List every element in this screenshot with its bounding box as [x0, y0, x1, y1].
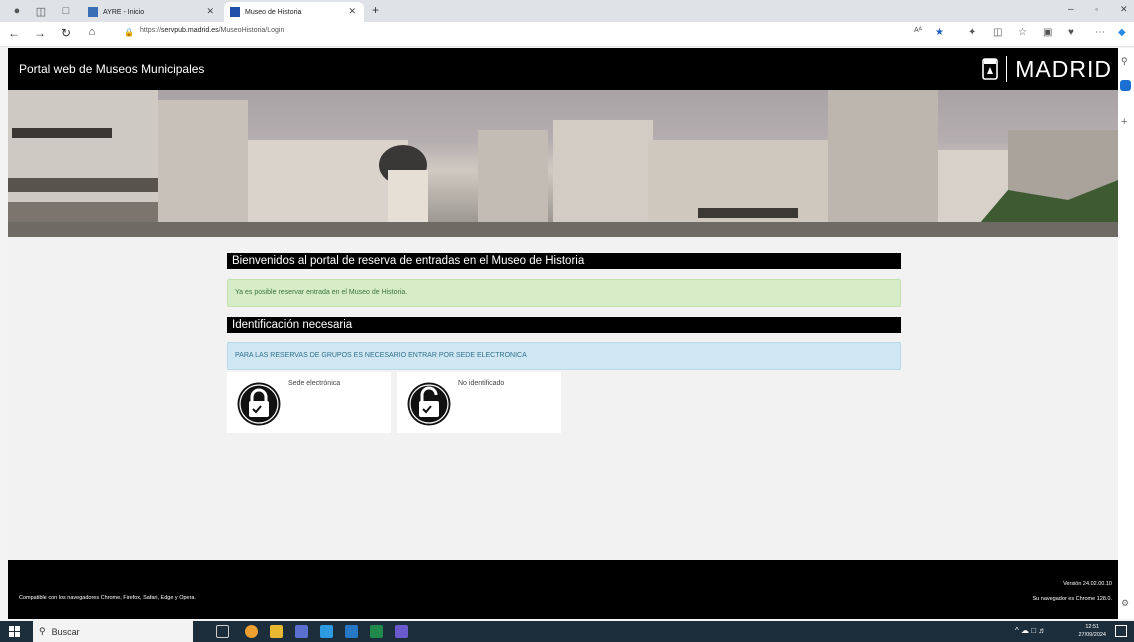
taskbar-clock[interactable]: 12:51 27/09/2024 [1078, 623, 1106, 639]
lock-icon[interactable]: 🔒 [124, 28, 134, 37]
workspaces-icon[interactable]: ◫ [30, 0, 52, 22]
option-sede-electronica[interactable]: Sede electrónica [227, 372, 391, 433]
url-field[interactable]: https://servpub.madrid.es/MuseoHistoria/… [140, 27, 284, 34]
edge-icon[interactable] [320, 625, 333, 638]
refresh-icon[interactable]: ↻ [58, 26, 74, 40]
madrid-logo[interactable]: MADRID [982, 54, 1112, 84]
success-alert: Ya es posible reservar entrada en el Mus… [227, 279, 901, 307]
clock-time: 12:51 [1085, 624, 1100, 630]
search-icon[interactable]: ⚲ [1121, 56, 1128, 67]
home-icon[interactable]: ⌂ [84, 26, 100, 38]
compatibility-note: Compatible con los navegadores Chrome, F… [19, 595, 197, 601]
address-bar-row: ← → ↻ ⌂ 🔒 https://servpub.madrid.es/Muse… [0, 22, 1134, 47]
browser-info-text: Su navegador es Chrome 128.0. [1032, 596, 1113, 602]
logo-divider [1006, 56, 1008, 82]
back-icon[interactable]: ← [6, 26, 22, 40]
windows-taskbar: ⚲ Buscar ^ ☁ □ ♬ 12:51 27/09/2024 [0, 621, 1134, 642]
city-banner-image [8, 90, 1118, 237]
option-no-identificado[interactable]: No identificado [397, 372, 561, 433]
new-tab-button[interactable]: + [372, 3, 379, 17]
restore-icon[interactable]: ◦ [1095, 4, 1098, 14]
info-alert: PARA LAS RESERVAS DE GRUPOS ES NECESARIO… [227, 342, 901, 370]
web-page: Portal web de Museos Municipales MADRID [8, 48, 1118, 619]
minimize-icon[interactable]: – [1068, 4, 1074, 15]
system-tray-icons[interactable]: ^ ☁ □ ♬ [1015, 626, 1046, 635]
option-label: Sede electrónica [288, 380, 341, 387]
notifications-icon[interactable] [1115, 625, 1127, 637]
browser-essentials-icon[interactable]: ♥ [1068, 27, 1074, 38]
teams-icon[interactable] [295, 625, 308, 638]
forward-icon[interactable]: → [32, 26, 48, 40]
lock-closed-icon [237, 382, 281, 426]
tab-museo[interactable]: Museo de Historia ✕ [224, 2, 364, 22]
edge-sidebar: ⚲ + ⚙ [1118, 48, 1134, 619]
profile-icon[interactable]: ● [6, 0, 28, 22]
task-view-icon[interactable] [216, 625, 229, 638]
close-tab-icon[interactable]: ✕ [348, 6, 356, 17]
main-content: Bienvenidos al portal de reserva de entr… [227, 253, 901, 433]
site-header: Portal web de Museos Municipales MADRID [8, 48, 1118, 90]
welcome-heading: Bienvenidos al portal de reserva de entr… [227, 253, 901, 269]
site-footer: Compatible con los navegadores Chrome, F… [8, 560, 1118, 619]
sidebar-settings-icon[interactable]: ⚙ [1121, 598, 1129, 609]
tab-label: AYRE - Inicio [103, 8, 145, 16]
madrid-favicon [230, 7, 240, 17]
extensions-icon[interactable]: ✦ [968, 27, 976, 38]
teams-classic-icon[interactable] [395, 625, 408, 638]
site-title: Portal web de Museos Municipales [19, 62, 205, 76]
brand-text: MADRID [1015, 55, 1112, 82]
version-text: Versión 24.02.00.10 [1063, 581, 1112, 587]
tab-actions-icon[interactable]: □ [55, 0, 77, 22]
chrome-icon[interactable] [245, 625, 258, 638]
file-explorer-icon[interactable] [270, 625, 283, 638]
outlook-taskbar-icon[interactable] [345, 625, 358, 638]
browser-tab-bar: ● ◫ □ AYRE - Inicio ✕ Museo de Historia … [0, 0, 1134, 22]
lock-open-icon [407, 382, 451, 426]
option-label: No identificado [458, 380, 505, 387]
madrid-shield-icon [982, 58, 999, 80]
ayre-favicon [88, 7, 98, 17]
tab-label: Museo de Historia [245, 8, 302, 16]
split-screen-icon[interactable]: ◫ [993, 27, 1002, 38]
identification-heading: Identificación necesaria [227, 317, 901, 333]
windows-start-icon[interactable] [9, 626, 20, 637]
favorite-star-icon[interactable]: ★ [935, 27, 944, 38]
read-aloud-icon[interactable]: Aᴬ [914, 27, 922, 34]
favorites-icon[interactable]: ☆ [1018, 27, 1027, 38]
outlook-icon[interactable] [1120, 80, 1131, 91]
excel-icon[interactable] [370, 625, 383, 638]
add-sidebar-app-icon[interactable]: + [1121, 116, 1127, 128]
clock-date: 27/09/2024 [1078, 632, 1106, 638]
tab-ayre[interactable]: AYRE - Inicio ✕ [82, 2, 222, 22]
more-menu-icon[interactable]: ⋯ [1095, 27, 1105, 38]
url-path: /MuseoHistoria/Login [218, 27, 285, 34]
close-window-icon[interactable]: ✕ [1120, 4, 1128, 15]
taskbar-search[interactable]: ⚲ Buscar [33, 621, 193, 642]
copilot-icon[interactable]: ◆ [1118, 27, 1126, 38]
search-icon: ⚲ [39, 626, 46, 636]
url-host: servpub.madrid.es [161, 27, 219, 34]
madrid-skyline-illustration [8, 90, 1118, 237]
close-tab-icon[interactable]: ✕ [206, 6, 214, 17]
search-placeholder: Buscar [51, 626, 80, 637]
url-prefix: https:// [140, 27, 162, 34]
collections-icon[interactable]: ▣ [1043, 27, 1052, 38]
login-options: Sede electrónica No identificado [227, 372, 901, 433]
